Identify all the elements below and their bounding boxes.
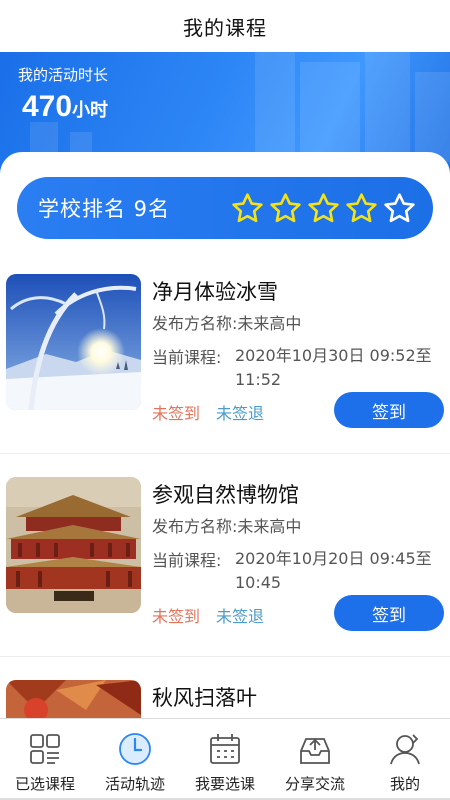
check-in-button[interactable]: 签到 — [334, 392, 444, 428]
check-in-button[interactable]: 签到 — [334, 595, 444, 631]
tab-label: 分享交流 — [284, 775, 345, 793]
page: 我的课程 我的活动时长 470小时 学校排名 9名 净月体验冰雪 发布方名称:未… — [0, 0, 450, 800]
course-thumbnail-snow[interactable] — [6, 274, 141, 410]
course-thumbnail-palace[interactable] — [6, 477, 141, 613]
divider — [0, 453, 450, 454]
course-card[interactable]: 参观自然博物馆 发布方名称:未来高中 当前课程: 2020年10月20日 09:… — [0, 477, 450, 677]
course-time-value: 2020年10月30日 09:52至11:52 — [235, 346, 432, 389]
bottom-tab-bar: 已选课程 活动轨迹 我要选课 分享交流 我的 — [0, 718, 450, 800]
selected-courses-icon — [30, 734, 60, 764]
course-card[interactable]: 净月体验冰雪 发布方名称:未来高中 当前课程: 2020年10月30日 09:5… — [0, 274, 450, 474]
sign-in-status: 未签到 — [152, 404, 201, 423]
school-ranking-text: 学校排名 9名 — [38, 197, 171, 221]
rating-stars — [230, 191, 417, 226]
divider — [0, 656, 450, 657]
sign-out-status: 未签退 — [216, 404, 265, 423]
star-icon — [308, 192, 339, 222]
activity-track-icon — [119, 733, 151, 765]
tab-mine[interactable]: 我的 — [360, 719, 450, 800]
nav-bar: 我的课程 — [0, 0, 450, 52]
course-title[interactable]: 参观自然博物馆 — [152, 479, 299, 509]
course-time-value: 2020年10月20日 09:45至10:45 — [235, 549, 432, 592]
page-title: 我的课程 — [183, 15, 267, 40]
activity-hours-unit: 小时 — [72, 100, 109, 121]
course-thumbnail-leaves[interactable] — [6, 680, 141, 718]
tab-selected-courses[interactable]: 已选课程 — [0, 719, 90, 800]
star-icon — [232, 192, 263, 222]
tab-label: 已选课程 — [14, 775, 75, 793]
activity-hours-number: 470 — [22, 90, 73, 123]
course-publisher: 发布方名称:未来高中 — [152, 517, 302, 536]
star-icon — [384, 192, 415, 222]
course-time-label: 当前课程: — [152, 348, 222, 367]
star-icon — [270, 192, 301, 222]
activity-duration-label: 我的活动时长 — [18, 66, 109, 84]
activity-duration-value: 470小时 — [22, 90, 108, 124]
tab-label: 我要选课 — [194, 775, 255, 793]
school-ranking-card: 学校排名 9名 — [17, 177, 433, 239]
calendar-icon — [210, 734, 240, 764]
sign-in-status: 未签到 — [152, 607, 201, 626]
course-card[interactable]: 秋风扫落叶 — [0, 680, 450, 718]
share-inbox-icon — [300, 738, 330, 764]
tab-choose-courses[interactable]: 我要选课 — [180, 719, 270, 800]
user-icon — [390, 734, 420, 765]
tab-label: 活动轨迹 — [104, 775, 165, 793]
tab-activity-track[interactable]: 活动轨迹 — [90, 719, 180, 800]
sign-out-status: 未签退 — [216, 607, 265, 626]
course-title[interactable]: 净月体验冰雪 — [152, 276, 278, 306]
course-publisher: 发布方名称:未来高中 — [152, 314, 302, 333]
star-icon — [346, 192, 377, 222]
tab-label: 我的 — [389, 775, 420, 793]
tab-share[interactable]: 分享交流 — [270, 719, 360, 800]
course-time-label: 当前课程: — [152, 551, 222, 570]
course-title[interactable]: 秋风扫落叶 — [152, 682, 257, 712]
